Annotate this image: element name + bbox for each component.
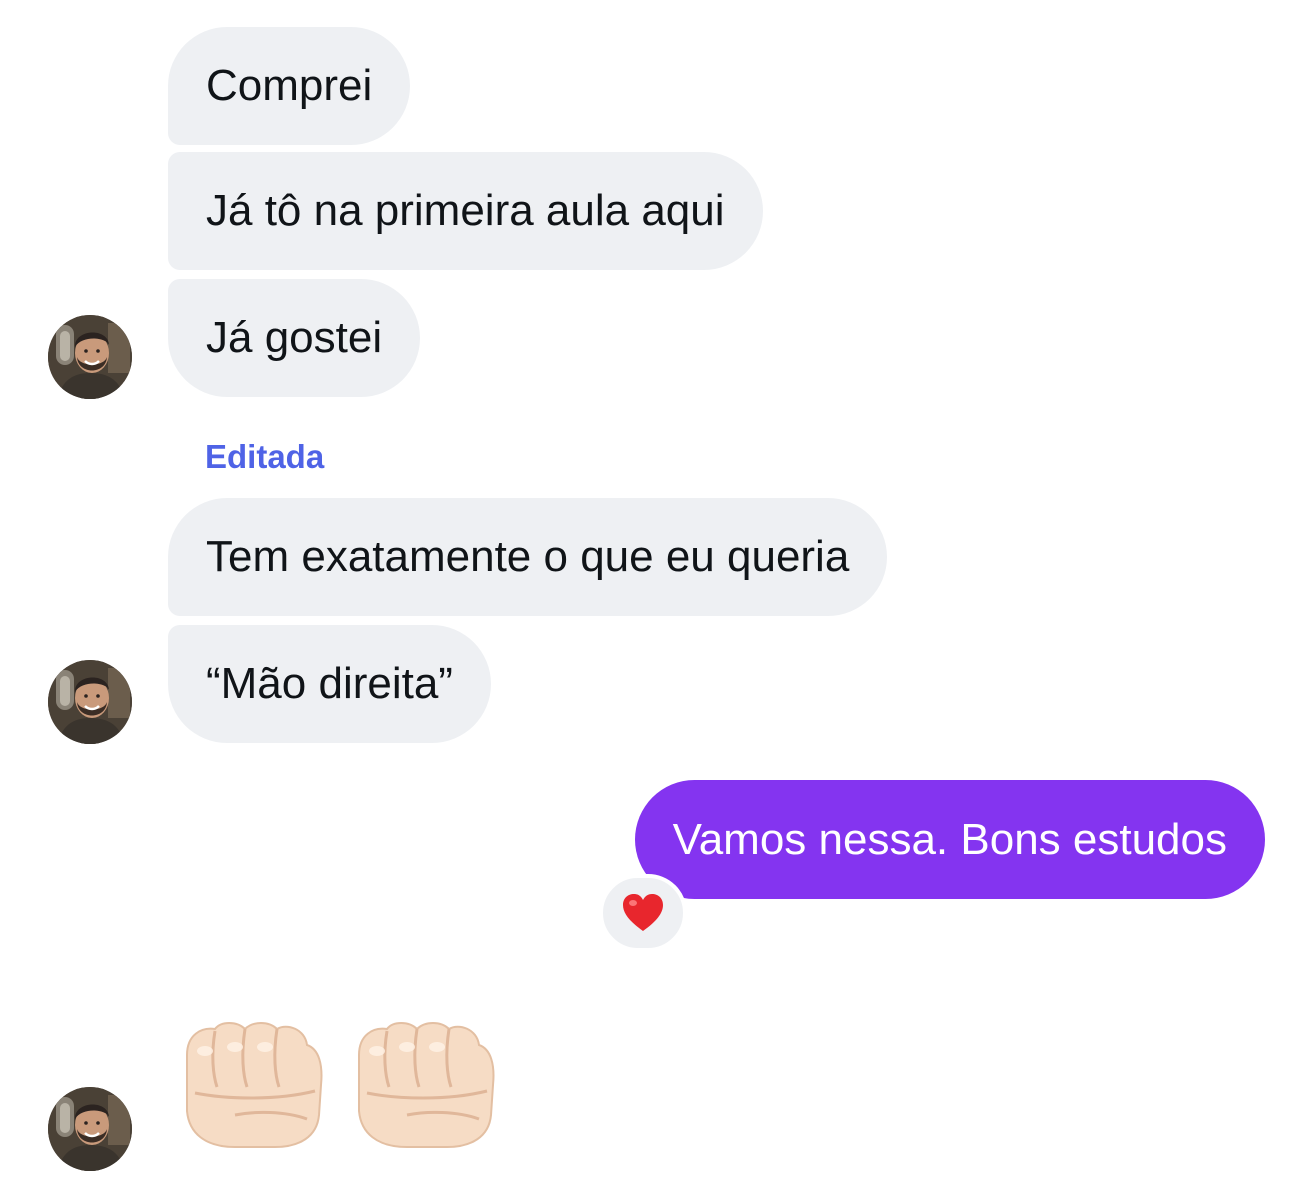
message-text: Comprei [206,61,373,110]
emoji-message[interactable] [175,1015,497,1150]
message-bubble-incoming[interactable]: Tem exatamente o que eu queria [168,498,888,616]
message-text: Já gostei [206,313,383,362]
heart-icon [623,894,663,931]
message-text: Tem exatamente o que eu queria [206,532,850,581]
message-bubble-incoming[interactable]: Já tô na primeira aula aqui [168,152,763,270]
oncoming-fist-icon [347,1015,497,1150]
message-text: Já tô na primeira aula aqui [206,186,725,235]
avatar[interactable] [48,1087,132,1171]
message-bubble-incoming[interactable]: Comprei [168,27,411,145]
message-bubble-outgoing[interactable]: Vamos nessa. Bons estudos [634,780,1265,899]
oncoming-fist-icon [175,1015,325,1150]
message-text: “Mão direita” [206,659,453,708]
avatar[interactable] [48,660,132,744]
edited-label: Editada [205,438,325,475]
message-text: Vamos nessa. Bons estudos [672,814,1227,864]
message-reaction[interactable] [599,874,687,952]
message-bubble-incoming[interactable]: Já gostei [168,279,421,397]
message-bubble-incoming[interactable]: “Mão direita” [168,625,491,743]
avatar[interactable] [48,315,132,399]
